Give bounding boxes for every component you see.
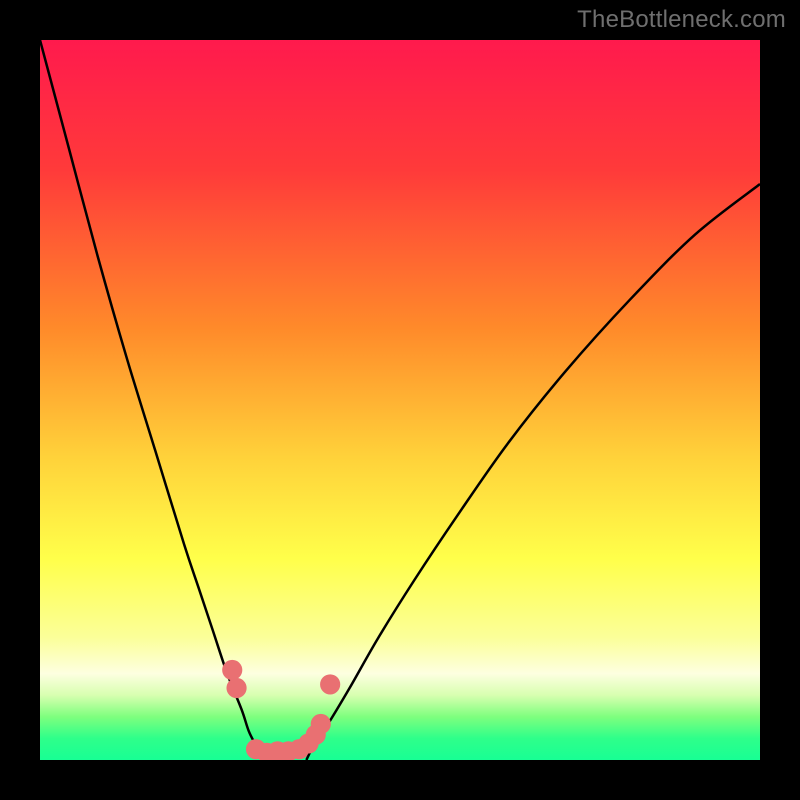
- attribution-watermark: TheBottleneck.com: [577, 6, 786, 34]
- data-marker: [311, 714, 331, 734]
- chart-svg: [40, 40, 760, 760]
- gradient-background: [40, 40, 760, 760]
- plot-area: [40, 40, 760, 760]
- data-marker: [320, 674, 340, 694]
- chart-frame: TheBottleneck.com: [0, 0, 800, 800]
- data-marker: [222, 660, 242, 680]
- data-marker: [226, 678, 246, 698]
